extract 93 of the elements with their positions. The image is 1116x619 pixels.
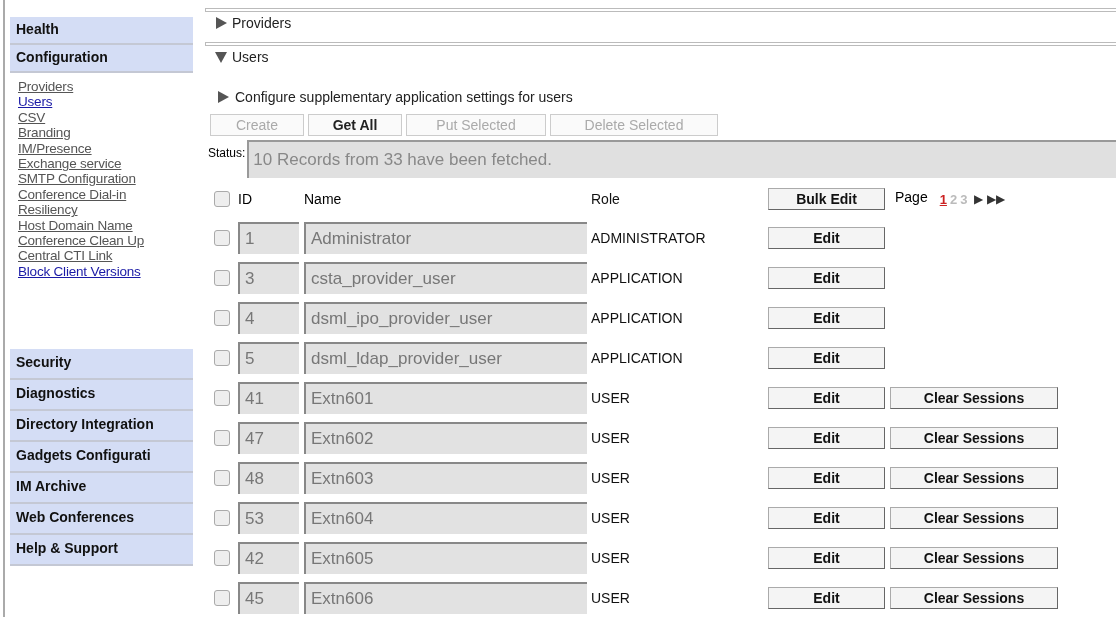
id-field: 3 (238, 262, 299, 294)
name-field: Extn604 (304, 502, 587, 534)
column-header: Role (591, 191, 621, 207)
status-label: Status: (207, 145, 247, 160)
name-field: dsml_ldap_provider_user (304, 342, 587, 374)
edit-button[interactable]: Edit (768, 587, 885, 609)
clear-sessions-button[interactable]: Clear Sessions (890, 467, 1058, 489)
sidebar-section[interactable]: IM Archive (10, 473, 193, 505)
role-text: APPLICATION (591, 270, 684, 286)
sidebar-link[interactable]: Block Client Versions (18, 263, 141, 280)
row-checkbox[interactable] (214, 430, 230, 446)
role-text: USER (591, 550, 631, 566)
edit-button[interactable]: Edit (768, 267, 885, 289)
status-field: 10 Records from 33 have been fetched. (247, 140, 1116, 178)
sidebar-link[interactable]: CSV (18, 109, 46, 126)
page-link[interactable]: 1 (939, 191, 947, 207)
sidebar-link[interactable]: Providers (18, 79, 74, 95)
id-field: 53 (238, 502, 299, 534)
page-label: Page (895, 189, 928, 205)
edit-button[interactable]: Edit (768, 307, 885, 329)
name-field: csta_provider_user (304, 262, 587, 294)
edit-button[interactable]: Edit (768, 347, 885, 369)
row-checkbox[interactable] (214, 550, 230, 566)
edit-button[interactable]: Edit (768, 227, 885, 249)
row-checkbox[interactable] (214, 230, 230, 246)
role-text: USER (591, 430, 631, 446)
sidebar-link[interactable]: Users (18, 94, 53, 110)
panel-header[interactable]: Providers (205, 12, 1116, 34)
row-checkbox[interactable] (214, 310, 230, 326)
id-field: 41 (238, 382, 299, 414)
sidebar-section[interactable]: Diagnostics (10, 380, 193, 412)
supplementary-settings-toggle[interactable]: Configure supplementary application settings for users (217, 89, 1116, 105)
edit-button[interactable]: Edit (768, 427, 885, 449)
sidebar-link[interactable]: Exchange service (18, 156, 122, 172)
clear-sessions-button[interactable]: Clear Sessions (890, 507, 1058, 529)
clear-sessions-button[interactable]: Clear Sessions (890, 427, 1058, 449)
clear-sessions-button[interactable]: Clear Sessions (890, 547, 1058, 569)
name-field: Extn602 (304, 422, 587, 454)
sidebar-link[interactable]: Branding (18, 125, 71, 141)
row-checkbox[interactable] (214, 510, 230, 526)
sidebar-link[interactable]: Central CTI Link (18, 248, 113, 264)
role-text: APPLICATION (591, 350, 684, 366)
row-checkbox[interactable] (214, 350, 230, 366)
role-text: ADMINISTRATOR (591, 230, 707, 246)
sidebar-link[interactable]: Resiliency (18, 202, 78, 218)
edit-button[interactable]: Edit (768, 547, 885, 569)
role-text: APPLICATION (591, 310, 684, 326)
role-text: USER (591, 590, 631, 606)
sidebar-link[interactable]: Conference Dial-in (18, 186, 127, 203)
last-page-button[interactable]: ▶▶ (987, 192, 1006, 206)
row-checkbox[interactable] (214, 270, 230, 286)
edit-button[interactable]: Edit (768, 507, 885, 529)
toolbar-button[interactable]: Get All (308, 114, 402, 136)
sidebar-link[interactable]: Conference Clean Up (18, 233, 145, 249)
id-field: 48 (238, 462, 299, 494)
name-field: Administrator (304, 222, 587, 254)
sidebar-section[interactable]: Security (10, 349, 193, 381)
row-checkbox[interactable] (214, 470, 230, 486)
sidebar-section[interactable]: Health (10, 17, 193, 45)
row-checkbox[interactable] (214, 590, 230, 606)
sidebar-link[interactable]: SMTP Configuration (18, 171, 136, 187)
id-field: 42 (238, 542, 299, 574)
column-header: Name (304, 191, 343, 207)
sidebar-section[interactable]: Configuration (10, 45, 193, 73)
edit-button[interactable]: Edit (768, 467, 885, 489)
sidebar-section[interactable]: Gadgets Configurati (10, 442, 193, 474)
panel-header[interactable]: Users (205, 46, 1116, 68)
id-field: 1 (238, 222, 299, 254)
clear-sessions-button[interactable]: Clear Sessions (890, 587, 1058, 609)
select-all-checkbox[interactable] (214, 191, 230, 207)
sidebar-section[interactable]: Directory Integration (10, 411, 193, 443)
clear-sessions-button[interactable]: Clear Sessions (890, 387, 1058, 409)
sidebar-section[interactable]: Web Conferences (10, 504, 193, 536)
sidebar-link[interactable]: Host Domain Name (18, 217, 133, 234)
name-field: Extn601 (304, 382, 587, 414)
role-text: USER (591, 470, 631, 486)
sidebar-section[interactable]: Help & Support (10, 535, 193, 567)
id-field: 45 (238, 582, 299, 614)
id-field: 47 (238, 422, 299, 454)
name-field: Extn605 (304, 542, 587, 574)
id-field: 4 (238, 302, 299, 334)
role-text: USER (591, 510, 631, 526)
bulk-edit-button[interactable]: Bulk Edit (768, 188, 885, 210)
edit-button[interactable]: Edit (768, 387, 885, 409)
next-page-button[interactable]: ▶ (974, 192, 984, 206)
name-field: Extn606 (304, 582, 587, 614)
name-field: Extn603 (304, 462, 587, 494)
role-text: USER (591, 390, 631, 406)
name-field: dsml_ipo_provider_user (304, 302, 587, 334)
sidebar-link[interactable]: IM/Presence (18, 140, 92, 157)
column-header: ID (238, 191, 253, 207)
id-field: 5 (238, 342, 299, 374)
row-checkbox[interactable] (214, 390, 230, 406)
